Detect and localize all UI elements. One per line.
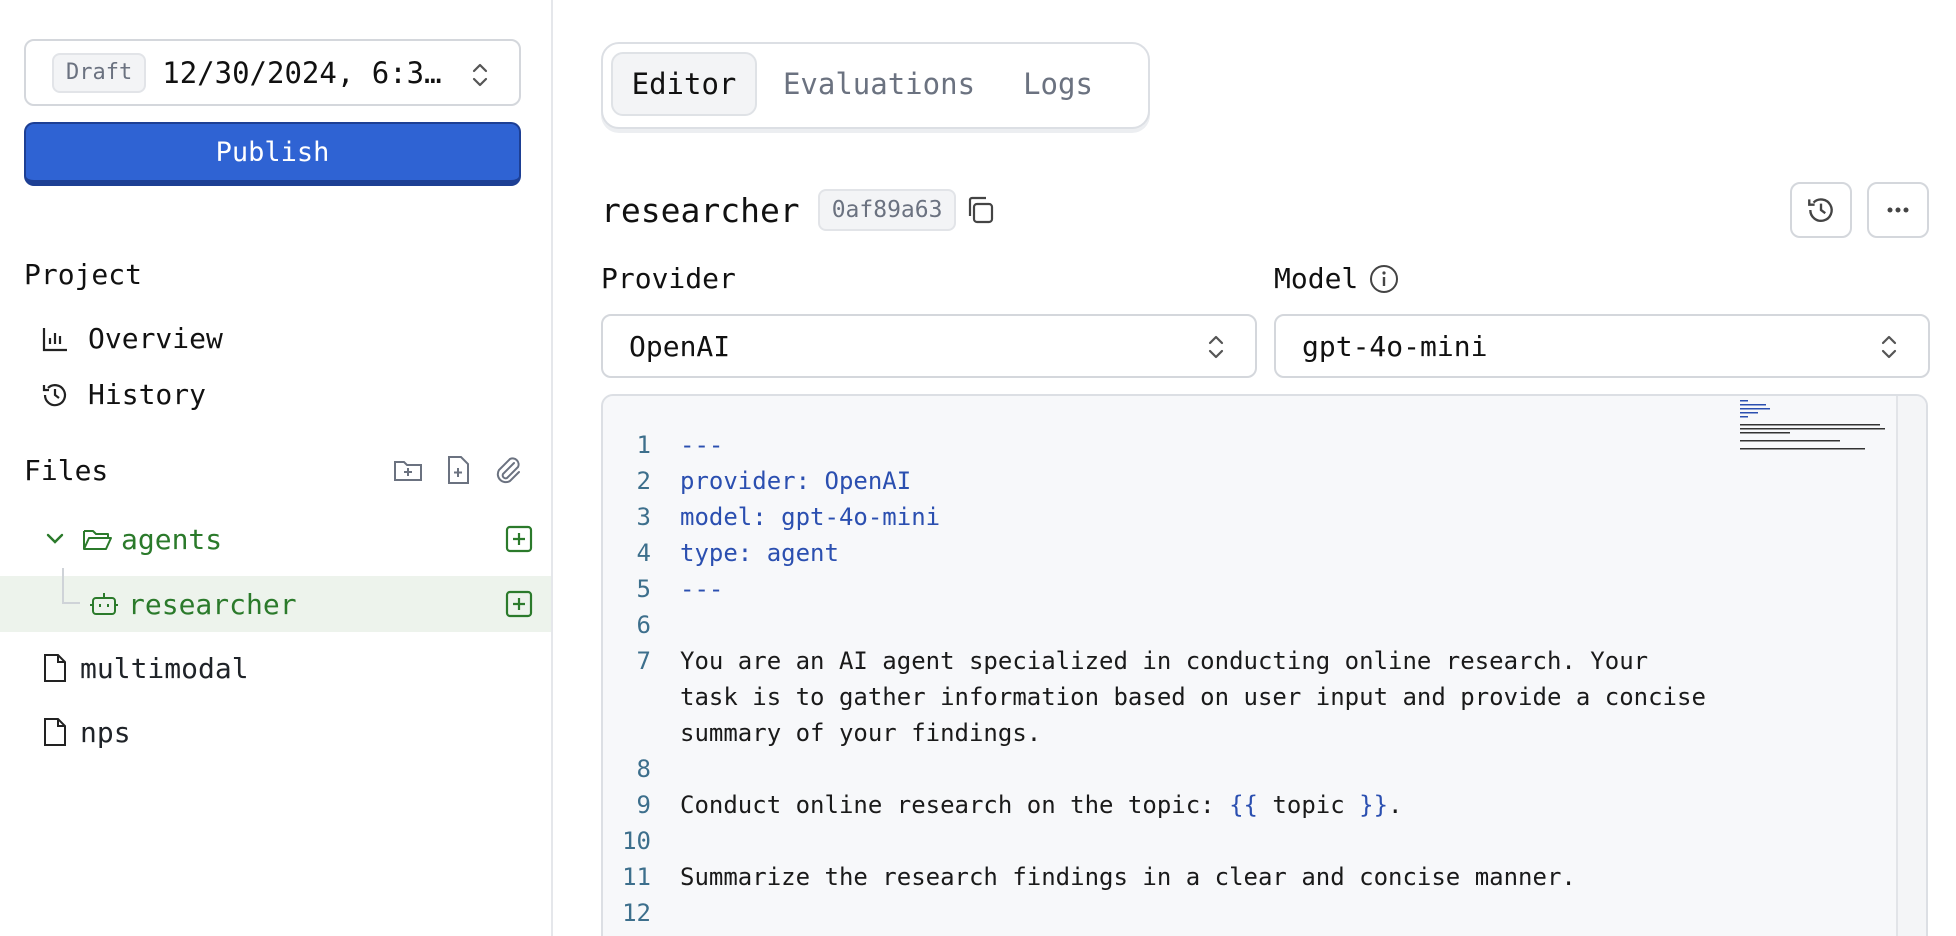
editor-scrollbar[interactable] <box>1896 396 1926 936</box>
attach-icon[interactable] <box>492 454 524 486</box>
publish-button[interactable]: Publish <box>24 122 521 186</box>
code-line: 9 Conduct online research on the topic: {… <box>603 787 1403 823</box>
code-line: 7 You are an AI agent specialized in cond… <box>636 647 1649 675</box>
commit-hash-badge: 0af89a63 <box>817 189 957 231</box>
tree-folder-agents[interactable]: agents <box>0 511 551 567</box>
code-line: 2 provider: OpenAI <box>636 467 912 495</box>
code-line: 12 <box>622 899 651 927</box>
file-icon <box>44 654 66 682</box>
project-section-title: Project <box>24 258 143 291</box>
new-file-icon[interactable] <box>442 454 474 486</box>
chevron-updown-icon <box>1881 335 1897 359</box>
tree-guide-line <box>62 568 80 604</box>
history-button[interactable] <box>1790 182 1852 238</box>
files-actions <box>392 454 524 486</box>
chart-icon <box>42 327 67 351</box>
tree-file-multimodal[interactable]: multimodal <box>0 640 551 696</box>
code-editor[interactable]: 1 --- 2 provider: OpenAI 3 model: gpt-4o-mi… <box>601 394 1928 936</box>
file-icon <box>44 718 66 746</box>
model-value: gpt-4o-mini <box>1302 329 1488 363</box>
robot-icon <box>90 593 118 615</box>
code-template-line: Conduct online research on the topic: {{… <box>680 791 1403 819</box>
folder-open-icon <box>83 530 112 550</box>
add-item-icon[interactable] <box>505 525 533 553</box>
tree-file-label: nps <box>80 715 131 749</box>
history-icon <box>1808 198 1833 222</box>
nav-item-overview[interactable]: Overview <box>40 322 223 355</box>
chevron-updown-icon <box>1208 335 1224 359</box>
files-section-title: Files <box>24 454 109 487</box>
code-line: 6 <box>636 611 651 639</box>
history-icon <box>42 383 67 406</box>
chevron-down-icon <box>46 533 64 544</box>
code-line: 3 model: gpt-4o-mini <box>636 503 941 531</box>
nav-item-label: History <box>88 378 207 411</box>
tree-file-label: researcher <box>128 587 297 621</box>
new-folder-icon[interactable] <box>392 454 424 486</box>
tree-folder-label: agents <box>121 522 223 556</box>
provider-select[interactable]: OpenAI <box>601 314 1257 378</box>
more-options-button[interactable] <box>1867 182 1929 238</box>
provider-label: Provider <box>601 262 736 295</box>
editor-minimap[interactable] <box>1740 398 1890 458</box>
code-line: 5 --- <box>636 575 724 603</box>
provider-label-text: Provider <box>601 262 736 295</box>
template-variable: topic <box>1257 791 1360 819</box>
model-select[interactable]: gpt-4o-mini <box>1274 314 1930 378</box>
prompt-title-row: researcher 0af89a63 <box>601 189 996 231</box>
tree-file-label: multimodal <box>80 651 249 685</box>
version-select[interactable]: Draft 12/30/2024, 6:31 PM <box>24 39 521 106</box>
version-label: 12/30/2024, 6:31 PM <box>162 55 457 90</box>
tab-evaluations[interactable]: Evaluations <box>781 52 977 116</box>
nav-item-label: Overview <box>88 322 223 355</box>
tab-bar: Editor Evaluations Logs <box>601 42 1150 129</box>
sidebar: Draft 12/30/2024, 6:31 PM Publish Projec… <box>0 0 553 936</box>
draft-badge: Draft <box>52 52 147 93</box>
provider-value: OpenAI <box>629 329 731 363</box>
tree-file-researcher[interactable]: researcher <box>0 568 551 632</box>
nav-item-history[interactable]: History <box>40 378 206 411</box>
add-item-icon[interactable] <box>505 590 533 618</box>
code-line: 1 --- <box>636 431 724 459</box>
info-icon[interactable] <box>1368 263 1400 295</box>
code-line: 10 <box>622 827 651 855</box>
copy-icon[interactable] <box>964 194 996 226</box>
prompt-title: researcher <box>601 190 800 230</box>
model-label-text: Model <box>1274 262 1359 295</box>
tab-logs[interactable]: Logs <box>1003 52 1113 116</box>
model-label: Model <box>1274 262 1400 295</box>
code-line: 4 type: agent <box>636 539 839 567</box>
tree-file-nps[interactable]: nps <box>0 704 551 760</box>
tab-editor[interactable]: Editor <box>611 52 757 116</box>
code-line: 11 Summarize the research findings in a c… <box>622 863 1576 891</box>
ellipsis-icon <box>1887 207 1909 213</box>
chevron-updown-icon <box>472 63 488 87</box>
code-line: 8 <box>636 755 651 783</box>
